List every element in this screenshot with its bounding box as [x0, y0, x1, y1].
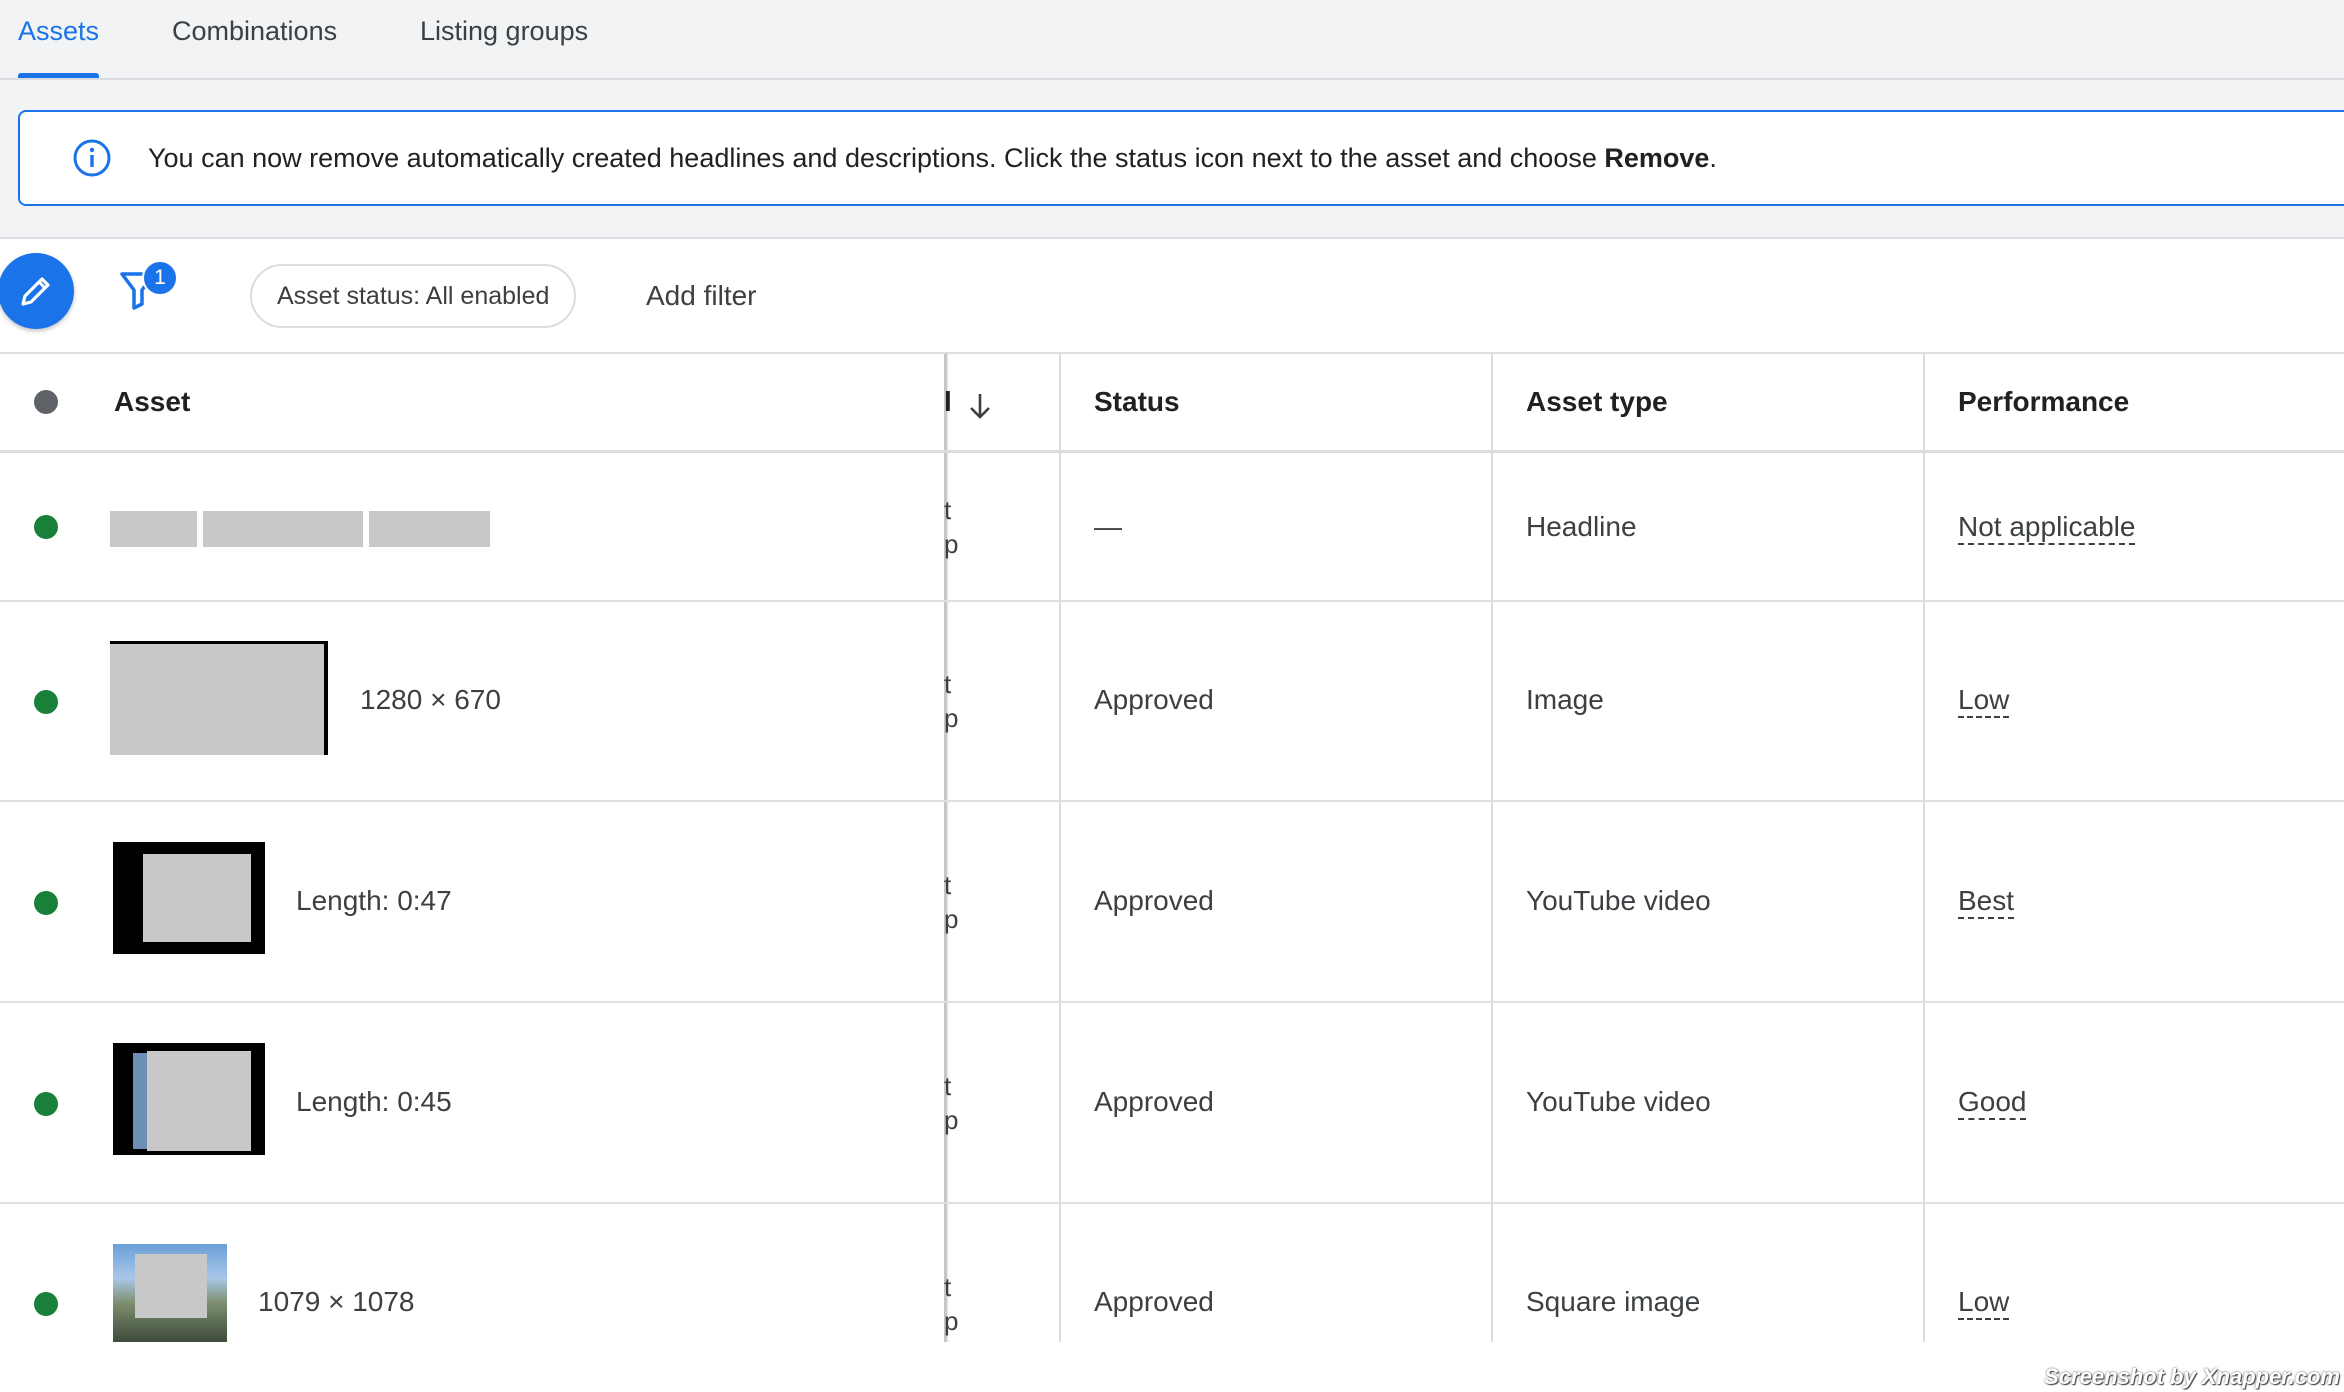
filter-count-badge: 1: [142, 260, 178, 296]
status-dot-enabled[interactable]: [34, 1092, 58, 1116]
banner-end: .: [1709, 143, 1717, 173]
status-dot-enabled[interactable]: [34, 690, 58, 714]
select-all-status-dot[interactable]: [34, 390, 58, 414]
video-length: Length: 0:47: [296, 885, 452, 916]
tab-combinations[interactable]: Combinations: [172, 0, 337, 76]
tab-listing-groups[interactable]: Listing groups: [420, 0, 588, 76]
asset-dimensions: 1280 × 670: [360, 684, 501, 715]
tab-bar: Assets Combinations Listing groups: [0, 0, 2344, 80]
clipped-cell-text: tp: [944, 1272, 959, 1336]
edit-button[interactable]: [0, 253, 74, 329]
video-thumbnail[interactable]: [113, 1043, 265, 1155]
asset-type-cell: Square image: [1526, 1286, 1701, 1317]
video-placeholder: [147, 1051, 251, 1151]
column-divider: [1059, 354, 1061, 1344]
square-image-thumbnail[interactable]: [113, 1244, 227, 1342]
clipped-cell-text: tp: [944, 495, 959, 559]
video-thumbnail[interactable]: [113, 842, 265, 954]
status-cell: Approved: [1094, 684, 1214, 715]
performance-label[interactable]: Low: [1958, 684, 2009, 716]
asset-type-cell: Headline: [1526, 511, 1637, 542]
video-placeholder: [143, 854, 251, 942]
status-cell: Approved: [1094, 1286, 1214, 1317]
status-dot-enabled[interactable]: [34, 891, 58, 915]
performance-label[interactable]: Low: [1958, 1286, 2009, 1318]
status-dot-enabled[interactable]: [34, 515, 58, 539]
redacted-text: [369, 511, 490, 547]
sort-descending-icon[interactable]: [966, 390, 994, 422]
performance-label[interactable]: Good: [1958, 1086, 2027, 1118]
status-dot-enabled[interactable]: [34, 1292, 58, 1316]
info-icon: [73, 139, 111, 177]
row-divider: [0, 800, 2344, 802]
video-frame-detail: [133, 1053, 147, 1149]
banner-text: You can now remove automatically created…: [148, 143, 1605, 173]
column-header-asset-type[interactable]: Asset type: [1526, 386, 1668, 418]
status-cell: —: [1094, 511, 1122, 542]
status-cell: Approved: [1094, 885, 1214, 916]
band-divider: [0, 237, 2344, 239]
video-length: Length: 0:45: [296, 1086, 452, 1117]
performance-label[interactable]: Best: [1958, 885, 2014, 917]
top-band: Assets Combinations Listing groups You c…: [0, 0, 2344, 237]
image-placeholder: [110, 644, 324, 755]
banner-bold-remove: Remove: [1604, 143, 1710, 173]
redacted-text: [203, 511, 363, 547]
column-header-status[interactable]: Status: [1094, 386, 1180, 418]
bottom-strip: [0, 1342, 2344, 1392]
banner-message: You can now remove automatically created…: [148, 112, 1717, 204]
pencil-icon: [21, 277, 50, 306]
status-cell: Approved: [1094, 1086, 1214, 1117]
info-banner: You can now remove automatically created…: [18, 110, 2344, 206]
image-placeholder: [135, 1254, 207, 1318]
asset-dimensions: 1079 × 1078: [258, 1286, 415, 1317]
header-divider: [0, 450, 2344, 453]
watermark: Screenshot by Xnapper.com: [2044, 1364, 2340, 1389]
row-divider: [0, 600, 2344, 602]
column-header-performance[interactable]: Performance: [1958, 386, 2129, 418]
asset-status-filter-chip[interactable]: Asset status: All enabled: [250, 264, 577, 328]
asset-type-cell: YouTube video: [1526, 1086, 1711, 1117]
image-thumbnail[interactable]: [110, 641, 328, 755]
performance-label[interactable]: Not applicable: [1958, 511, 2135, 543]
clipped-cell-text: tp: [944, 669, 959, 733]
clipped-cell-text: tp: [944, 870, 959, 934]
asset-type-cell: Image: [1526, 684, 1604, 715]
column-divider: [1491, 354, 1493, 1344]
row-divider: [0, 1202, 2344, 1204]
column-header-asset[interactable]: Asset: [114, 386, 190, 418]
add-filter-button[interactable]: Add filter: [646, 274, 757, 318]
row-divider: [0, 1001, 2344, 1003]
column-header-clipped[interactable]: l: [944, 386, 956, 418]
clipped-cell-text: tp: [944, 1071, 959, 1135]
redacted-text: [110, 511, 197, 547]
column-divider: [1923, 354, 1925, 1344]
tab-assets[interactable]: Assets: [18, 0, 100, 78]
toolbar-divider: [0, 352, 2344, 354]
asset-type-cell: YouTube video: [1526, 885, 1711, 916]
